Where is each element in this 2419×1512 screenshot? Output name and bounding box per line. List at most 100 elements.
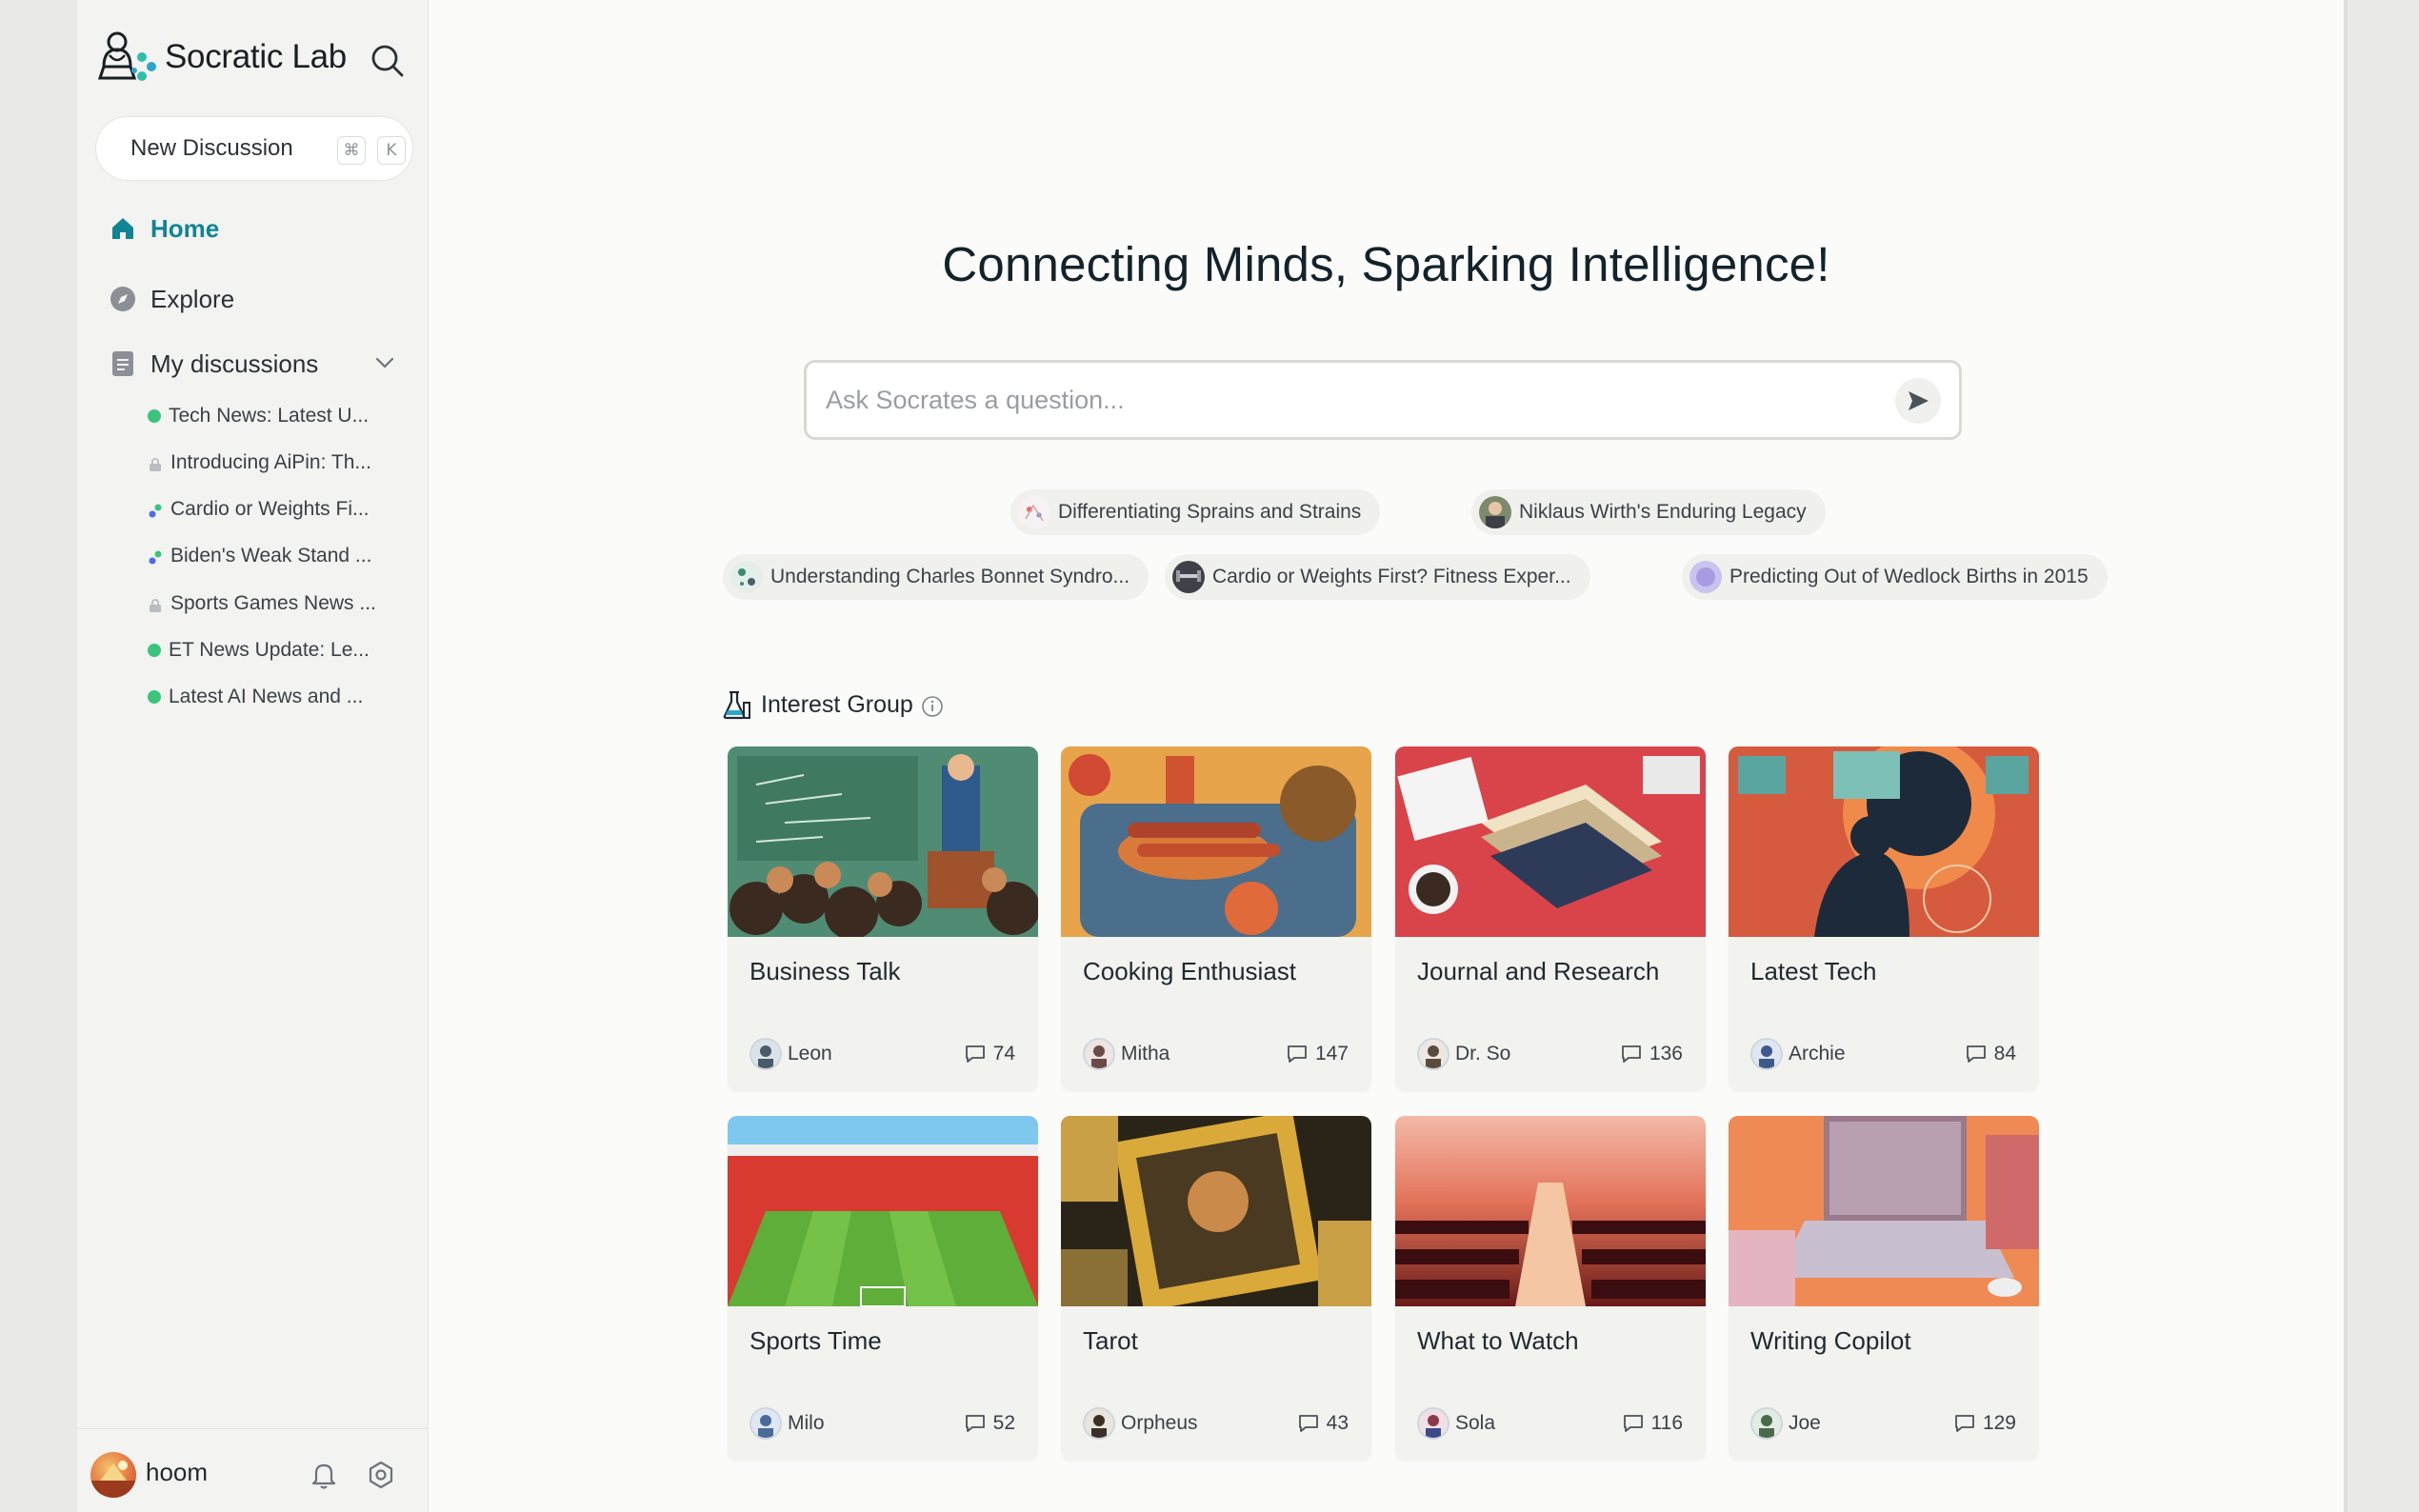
comment-count: 52 <box>965 1412 1015 1435</box>
discussion-item[interactable]: Biden's Weak Stand ... <box>148 542 371 570</box>
suggestion-thumbnail <box>730 561 763 593</box>
card-title: Writing Copilot <box>1750 1326 1911 1355</box>
chevron-down-icon[interactable] <box>372 350 397 375</box>
nav-item-home[interactable]: Home <box>109 208 219 249</box>
active-status-dot <box>148 690 161 704</box>
discussion-item[interactable]: Sports Games News ... <box>148 589 376 618</box>
suggestion-chip[interactable]: Niklaus Wirth's Enduring Legacy <box>1471 489 1826 535</box>
discussion-title: Latest AI News and ... <box>169 686 364 707</box>
avatar <box>1750 1407 1783 1440</box>
interest-group-card[interactable]: Business Talk Leon 74 <box>728 746 1038 1091</box>
suggestion-label: Predicting Out of Wedlock Births in 2015 <box>1729 566 2089 587</box>
suggestion-label: Niklaus Wirth's Enduring Legacy <box>1519 501 1807 523</box>
comment-count-value: 84 <box>1993 1043 2016 1064</box>
discussion-title: ET News Update: Le... <box>169 639 370 661</box>
card-owner: Leon <box>750 1038 832 1070</box>
owner-name: Milo <box>788 1412 825 1434</box>
card-title: Business Talk <box>750 957 901 985</box>
suggestion-chip[interactable]: Cardio or Weights First? Fitness Exper..… <box>1165 554 1590 600</box>
owner-name: Mitha <box>1121 1043 1170 1064</box>
section-title: Interest Group <box>761 690 913 718</box>
owner-name: Dr. So <box>1455 1043 1511 1064</box>
new-discussion-button[interactable]: New Discussion ⌘ K <box>95 116 413 181</box>
card-title: Journal and Research <box>1417 957 1660 985</box>
avatar <box>1417 1407 1449 1440</box>
sidebar: Socratic Lab New Discussion ⌘ K Home Exp… <box>77 0 429 1512</box>
app-window: Socratic Lab New Discussion ⌘ K Home Exp… <box>77 0 2344 1512</box>
search-icon[interactable] <box>369 42 407 80</box>
suggestion-label: Understanding Charles Bonnet Syndro... <box>770 566 1130 587</box>
compass-icon <box>109 285 137 313</box>
card-owner: Archie <box>1750 1038 1846 1070</box>
discussion-title: Sports Games News ... <box>170 592 376 614</box>
lock-icon <box>148 596 163 612</box>
active-status-dot <box>148 409 161 423</box>
comment-count: 43 <box>1298 1412 1349 1435</box>
group-status-icon <box>148 502 163 518</box>
suggestion-label: Differentiating Sprains and Strains <box>1058 501 1362 523</box>
avatar <box>750 1407 782 1440</box>
group-status-icon <box>148 548 163 565</box>
discussion-item[interactable]: Tech News: Latest U... <box>148 402 369 430</box>
card-title: Sports Time <box>750 1326 882 1355</box>
comment-count: 147 <box>1287 1043 1349 1065</box>
interest-group-card[interactable]: What to Watch Sola 116 <box>1395 1116 1706 1461</box>
info-icon[interactable] <box>921 695 944 718</box>
lock-icon <box>148 455 163 471</box>
send-button[interactable] <box>1895 378 1941 424</box>
owner-name: Joe <box>1789 1412 1821 1434</box>
comment-count-value: 43 <box>1326 1412 1349 1434</box>
document-icon <box>109 349 137 378</box>
new-discussion-label: New Discussion <box>130 135 293 161</box>
card-title: What to Watch <box>1417 1326 1579 1355</box>
user-name[interactable]: hoom <box>146 1458 208 1487</box>
card-owner: Sola <box>1417 1407 1495 1440</box>
comment-icon <box>1955 1415 1974 1432</box>
avatar <box>1083 1038 1115 1070</box>
card-thumbnail <box>1395 746 1706 937</box>
bell-icon[interactable] <box>309 1460 339 1490</box>
comment-count-value: 52 <box>992 1412 1015 1434</box>
avatar[interactable] <box>90 1452 136 1498</box>
suggestion-chip[interactable]: Differentiating Sprains and Strains <box>1010 489 1381 535</box>
discussion-item[interactable]: Latest AI News and ... <box>148 683 363 711</box>
discussion-title: Cardio or Weights Fi... <box>170 498 370 520</box>
comment-count: 129 <box>1954 1412 2016 1435</box>
home-icon <box>109 214 137 243</box>
discussion-item[interactable]: Cardio or Weights Fi... <box>148 495 370 524</box>
suggestion-chip[interactable]: Predicting Out of Wedlock Births in 2015 <box>1682 554 2108 600</box>
card-thumbnail <box>1061 1116 1371 1306</box>
comment-icon <box>1288 1045 1307 1063</box>
comment-count-value: 116 <box>1650 1412 1683 1434</box>
ask-question-input[interactable] <box>826 378 1873 422</box>
suggestion-chip[interactable]: Understanding Charles Bonnet Syndro... <box>723 554 1150 600</box>
page-title: Connecting Minds, Sparking Intelligence! <box>942 237 1830 291</box>
interest-group-card[interactable]: Journal and Research Dr. So 136 <box>1395 746 1706 1091</box>
discussion-item[interactable]: Introducing AiPin: Th... <box>148 448 371 477</box>
nav-item-my-discussions[interactable]: My discussions <box>109 343 318 385</box>
interest-group-card[interactable]: Writing Copilot Joe 129 <box>1729 1116 2039 1461</box>
ask-question-box <box>804 360 1962 440</box>
nav-item-explore[interactable]: Explore <box>109 278 234 320</box>
avatar <box>750 1038 782 1070</box>
interest-group-card[interactable]: Cooking Enthusiast Mitha 147 <box>1061 746 1371 1091</box>
avatar <box>1750 1038 1783 1070</box>
comment-count-value: 129 <box>1982 1412 2016 1434</box>
card-thumbnail <box>1395 1116 1706 1306</box>
owner-name: Leon <box>788 1043 832 1064</box>
owner-name: Sola <box>1455 1412 1496 1434</box>
avatar <box>1083 1407 1115 1440</box>
active-status-dot <box>148 644 161 657</box>
settings-icon[interactable] <box>366 1460 396 1490</box>
interest-group-card[interactable]: Tarot Orpheus 43 <box>1061 1116 1371 1461</box>
nav-label-explore: Explore <box>150 284 235 313</box>
discussion-title: Tech News: Latest U... <box>169 405 370 427</box>
comment-count-value: 74 <box>992 1043 1015 1064</box>
interest-group-card[interactable]: Sports Time Milo 52 <box>728 1116 1038 1461</box>
socrates-logo-icon <box>97 31 156 81</box>
interest-group-card[interactable]: Latest Tech Archie 84 <box>1729 746 2039 1091</box>
sidebar-footer: hoom <box>77 1428 429 1512</box>
discussion-item[interactable]: ET News Update: Le... <box>148 636 370 665</box>
interest-group-header: Interest Group <box>723 687 944 722</box>
shortcut-k-key: K <box>377 136 406 165</box>
